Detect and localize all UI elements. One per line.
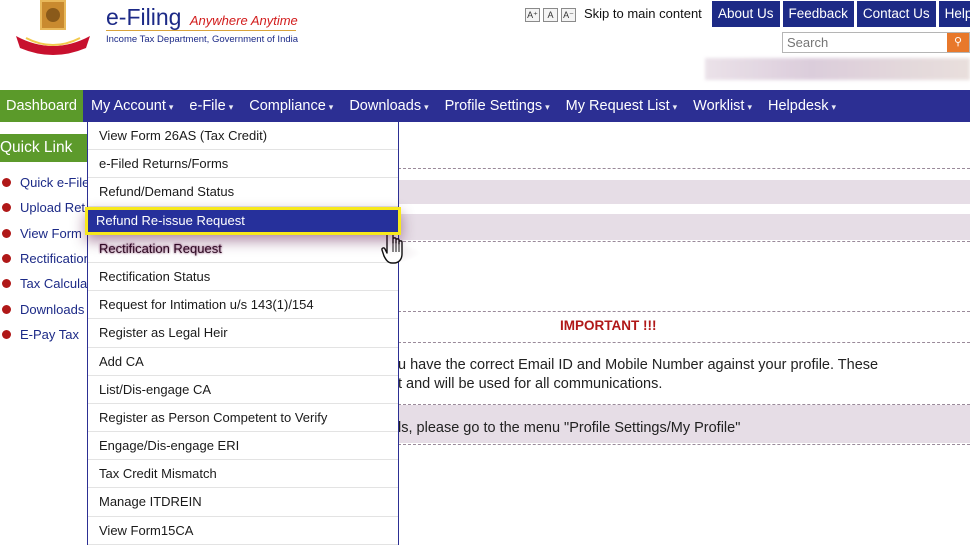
menu-item-request-intimation[interactable]: Request for Intimation u/s 143(1)/154 [88, 291, 398, 320]
bullet-icon [2, 228, 11, 238]
nav-dashboard[interactable]: Dashboard [0, 90, 83, 122]
menu-item-tax-credit-mismatch[interactable]: Tax Credit Mismatch [88, 460, 398, 489]
menu-item-refund-reissue-request[interactable]: Refund Re-issue Request [85, 206, 401, 235]
font-size-controls: A⁺ A A⁻ [525, 8, 576, 22]
national-emblem-logo [16, 0, 90, 55]
my-account-dropdown: View Form 26AS (Tax Credit) e-Filed Retu… [85, 122, 401, 545]
chevron-down-icon: ▾ [228, 102, 234, 112]
nav-label: Worklist [693, 98, 745, 114]
chevron-down-icon: ▾ [831, 102, 836, 112]
nav-downloads[interactable]: Downloads ▾ [341, 90, 436, 122]
important-text-line: ls, please go to the menu "Profile Setti… [398, 420, 741, 436]
chevron-down-icon: ▾ [168, 102, 174, 112]
efiling-page: e-Filing Anywhere Anytime Income Tax Dep… [0, 0, 970, 545]
important-title: IMPORTANT !!! [560, 318, 657, 333]
department-name: Income Tax Department, Government of Ind… [106, 34, 299, 45]
quick-link-item[interactable]: Tax Calcula [2, 271, 91, 296]
quick-link-item[interactable]: View Form [2, 221, 91, 246]
nav-label: My Request List [565, 98, 670, 114]
contact-us-link[interactable]: Contact Us [856, 1, 936, 27]
chevron-down-icon: ▾ [672, 102, 678, 112]
bullet-icon [2, 279, 11, 289]
divider [398, 444, 970, 445]
nav-label: My Account [90, 98, 166, 114]
nav-label: Downloads [349, 98, 422, 114]
important-text-line: u have the correct Email ID and Mobile N… [398, 357, 879, 373]
top-links: About Us Feedback Contact Us Help [712, 1, 970, 27]
quick-link-label: View Form [20, 225, 82, 241]
quick-link-item[interactable]: Quick e-File [2, 170, 91, 195]
user-info-blurred [705, 58, 970, 80]
quick-link-item[interactable]: Rectification [2, 246, 91, 271]
search-icon[interactable]: ⚲ [947, 33, 969, 52]
bullet-icon [2, 254, 11, 264]
quick-link-list: Quick e-File Upload Ret View Form Rectif… [2, 170, 91, 347]
menu-item-add-ca[interactable]: Add CA [88, 348, 398, 376]
menu-item-engage-disengage-eri[interactable]: Engage/Dis-engage ERI [88, 432, 398, 461]
menu-item-register-legal-heir[interactable]: Register as Legal Heir [88, 319, 398, 348]
quick-link-item[interactable]: E-Pay Tax [2, 322, 91, 347]
about-us-link[interactable]: About Us [712, 1, 780, 27]
nav-my-account[interactable]: My Account ▾ [82, 90, 182, 122]
chevron-down-icon: ▾ [424, 102, 429, 112]
nav-label: Profile Settings [444, 98, 543, 114]
search-box: ⚲ [782, 32, 970, 53]
search-input[interactable] [783, 33, 943, 52]
menu-item-manage-itdrein[interactable]: Manage ITDREIN [88, 488, 398, 517]
brand: e-Filing Anywhere Anytime [106, 4, 298, 31]
menu-item-rectification-request[interactable]: Rectification Request [88, 235, 398, 263]
divider [398, 168, 970, 169]
nav-my-request-list[interactable]: My Request List ▾ [558, 90, 686, 122]
bullet-icon [2, 178, 11, 188]
quick-link-label: E-Pay Tax [20, 326, 80, 342]
brand-title: e-Filing [106, 4, 182, 30]
menu-item-register-person-competent[interactable]: Register as Person Competent to Verify [88, 404, 398, 433]
important-text-line: t and will be used for all communication… [398, 376, 663, 392]
quick-link-label: Quick e-File [20, 175, 90, 191]
nav-helpdesk[interactable]: Helpdesk ▾ [760, 90, 844, 122]
brand-tagline: Anywhere Anytime [189, 13, 298, 28]
menu-item-refund-demand-status[interactable]: Refund/Demand Status [88, 178, 398, 207]
quick-link-item[interactable]: Downloads [2, 296, 91, 321]
bullet-icon [2, 203, 11, 213]
skip-to-content-link[interactable]: Skip to main content [584, 6, 702, 21]
menu-item-view-form-26as[interactable]: View Form 26AS (Tax Credit) [88, 122, 398, 151]
menu-item-e-filed-returns[interactable]: e-Filed Returns/Forms [88, 150, 398, 179]
font-decrease-button[interactable]: A⁻ [561, 8, 576, 22]
chevron-down-icon: ▾ [747, 102, 752, 112]
nav-profile-settings[interactable]: Profile Settings ▾ [437, 90, 558, 122]
menu-item-list-disengage-ca[interactable]: List/Dis-engage CA [88, 376, 398, 404]
quick-link-item[interactable]: Upload Ret [2, 195, 91, 220]
quick-link-label: Tax Calcula [20, 276, 88, 292]
divider [398, 342, 970, 343]
menu-item-rectification-status[interactable]: Rectification Status [88, 263, 398, 292]
nav-label: Compliance [249, 98, 326, 114]
divider [398, 241, 970, 242]
quick-link-label: Upload Ret [20, 200, 86, 216]
menu-item-view-form15ca[interactable]: View Form15CA [88, 517, 398, 545]
nav-e-file[interactable]: e-File ▾ [181, 90, 241, 122]
nav-label: e-File [189, 98, 226, 114]
brand-divider [106, 30, 296, 31]
quick-link-label: Rectification [20, 251, 91, 267]
nav-label: Helpdesk [768, 98, 829, 114]
content-band [398, 180, 970, 204]
font-increase-button[interactable]: A⁺ [525, 8, 540, 22]
nav-worklist[interactable]: Worklist ▾ [685, 90, 760, 122]
font-normal-button[interactable]: A [543, 8, 558, 22]
nav-compliance[interactable]: Compliance ▾ [241, 90, 341, 122]
feedback-link[interactable]: Feedback [782, 1, 854, 27]
chevron-down-icon: ▾ [545, 102, 550, 112]
divider [398, 311, 970, 312]
bullet-icon [2, 329, 11, 339]
main-nav: Dashboard My Account ▾ e-File ▾ Compliance… [0, 90, 970, 122]
help-link[interactable]: Help [938, 1, 970, 27]
quick-link-label: Downloads [20, 301, 85, 317]
content-band [398, 214, 970, 240]
bullet-icon [2, 304, 11, 314]
header: e-Filing Anywhere Anytime Income Tax Dep… [0, 0, 970, 88]
quick-link-header: Quick Link [0, 134, 88, 162]
chevron-down-icon: ▾ [328, 102, 334, 112]
